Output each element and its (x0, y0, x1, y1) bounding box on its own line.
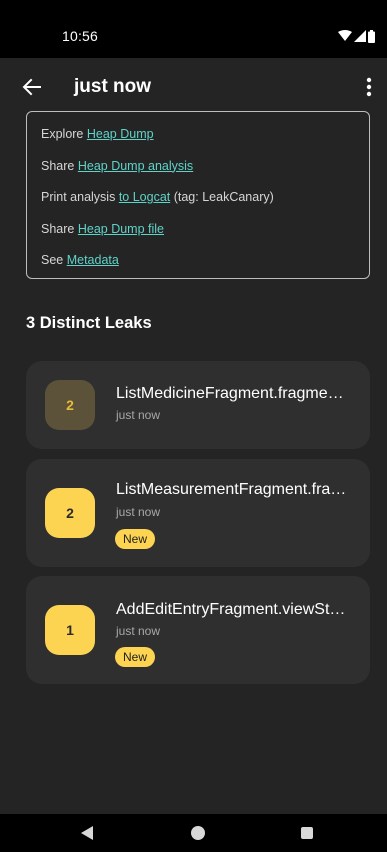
see-metadata-link[interactable]: Metadata (67, 253, 119, 267)
link-suffix: (tag: LeakCanary) (170, 190, 274, 204)
leak-card[interactable]: 2 ListMedicineFragment.fragme… just now (26, 361, 370, 449)
link-prefix: Share (41, 158, 78, 173)
share-heap-dump-file-row: Share Heap Dump file (41, 221, 369, 253)
see-metadata-row: See Metadata (41, 252, 369, 284)
link-prefix: See (41, 253, 67, 267)
leak-title: ListMedicineFragment.fragme… (116, 385, 344, 402)
signal-icon (354, 30, 366, 42)
status-bar: 10:56 (0, 0, 387, 58)
nav-recents-icon[interactable] (301, 827, 313, 839)
nav-home-icon[interactable] (191, 826, 205, 840)
leak-card[interactable]: 1 AddEditEntryFragment.viewSt… just now … (26, 576, 370, 684)
section-title: 3 Distinct Leaks (26, 314, 152, 332)
leak-time: just now (116, 505, 161, 519)
leak-title: ListMeasurementFragment.fra… (116, 481, 347, 498)
battery-icon (368, 29, 375, 43)
nav-back-icon[interactable] (80, 826, 94, 840)
new-badge: New (115, 529, 156, 549)
print-logcat-link[interactable]: to Logcat (119, 190, 170, 204)
wifi-icon (338, 30, 352, 41)
link-prefix: Print analysis (41, 190, 119, 204)
status-icons (338, 29, 375, 43)
status-time: 10:56 (62, 28, 99, 44)
new-badge: New (115, 647, 156, 667)
leak-count-badge: 2 (45, 488, 95, 538)
page-title: just now (74, 76, 152, 97)
app-bar: just now (0, 58, 387, 116)
leak-card[interactable]: 2 ListMeasurementFragment.fra… just now … (26, 459, 370, 567)
leak-count-badge: 1 (45, 605, 95, 655)
leak-title: AddEditEntryFragment.viewSt… (116, 601, 346, 618)
leak-count-badge: 2 (45, 380, 95, 430)
link-prefix: Explore (41, 127, 87, 141)
system-nav-bar (0, 814, 387, 852)
share-heap-dump-file-link[interactable]: Heap Dump file (78, 222, 164, 236)
leak-list-screen: 10:56 just now Explore Heap Dump Share H… (0, 0, 387, 852)
share-analysis-row: Share Heap Dump analysis (41, 158, 369, 190)
back-arrow-icon[interactable] (20, 75, 44, 99)
explore-heap-dump-link[interactable]: Heap Dump (87, 127, 154, 141)
print-logcat-row: Print analysis to Logcat (tag: LeakCanar… (41, 189, 369, 221)
share-analysis-link[interactable]: Heap Dump analysis (78, 159, 193, 173)
heap-dump-actions: Explore Heap Dump Share Heap Dump analys… (26, 111, 370, 279)
leak-time: just now (116, 408, 161, 422)
leak-time: just now (116, 624, 161, 638)
link-prefix: Share (41, 221, 78, 236)
more-vert-icon[interactable] (362, 75, 376, 99)
explore-heap-dump-row: Explore Heap Dump (41, 126, 369, 158)
